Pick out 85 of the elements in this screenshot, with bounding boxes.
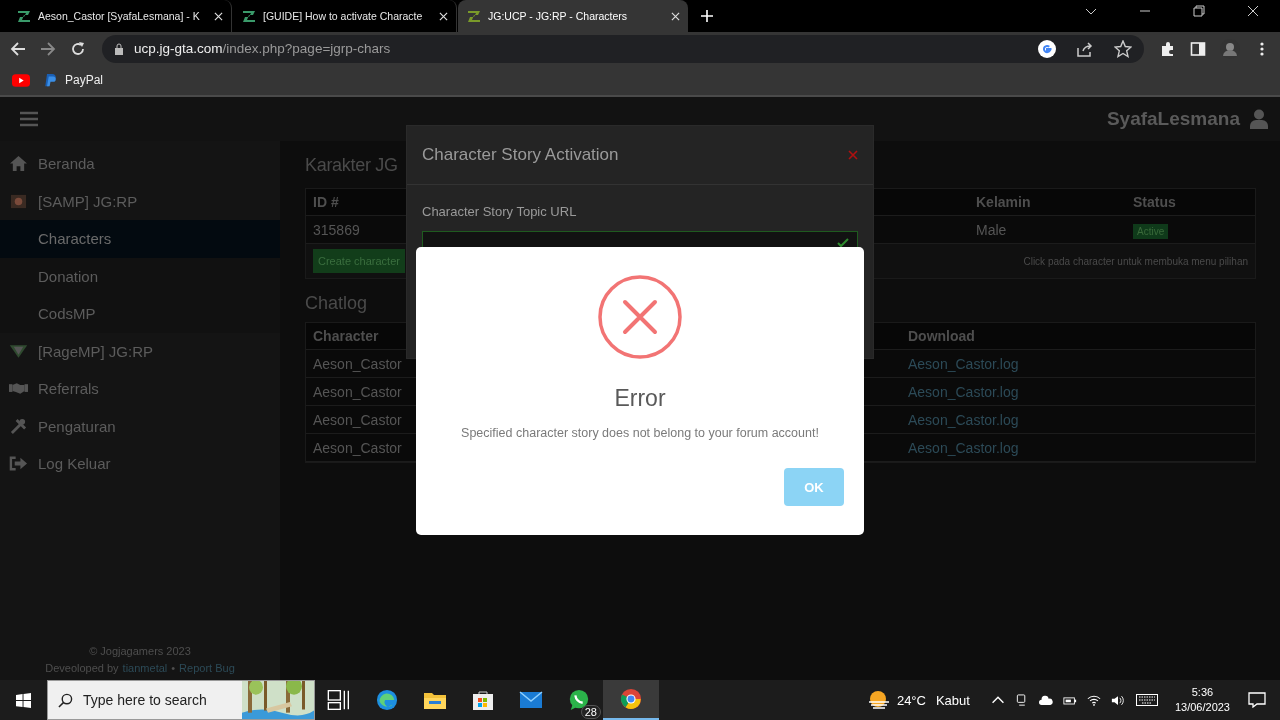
column-header: ID # <box>312 194 340 210</box>
sidebar-item[interactable]: Beranda <box>0 145 280 183</box>
forward-arrow-icon[interactable] <box>40 40 56 57</box>
restore-icon[interactable] <box>1193 5 1205 17</box>
page-title: Karakter JG <box>305 154 398 177</box>
store-bag-icon[interactable] <box>471 689 495 711</box>
search-icon <box>58 692 73 708</box>
chat-app-button[interactable]: 28 <box>555 680 603 720</box>
game-logo-icon <box>9 342 28 360</box>
browser-tab[interactable]: JG:UCP - JG:RP - Characters <box>458 0 688 32</box>
table-cell-text: 315869 <box>312 221 361 238</box>
column-header: Status <box>1132 194 1177 210</box>
weather-icon[interactable] <box>866 690 891 710</box>
new-tab-icon[interactable] <box>701 10 713 22</box>
share-icon[interactable] <box>1076 39 1094 58</box>
side-panel-icon[interactable] <box>1190 40 1206 57</box>
ok-button[interactable]: OK <box>784 468 844 506</box>
browser-taskbar-button[interactable] <box>603 680 659 720</box>
video-play-icon[interactable] <box>12 73 30 87</box>
table-cell-text: Male <box>975 221 1008 238</box>
wrench-screwdriver-icon <box>9 417 28 435</box>
dialog-title: Error <box>614 385 666 412</box>
sidebar-item[interactable]: [SAMP] JG:RP <box>0 182 280 220</box>
mail-icon[interactable] <box>519 689 543 711</box>
field-label: Character Story Topic URL <box>422 204 578 219</box>
tab-title: Aeson_Castor [SyafaLesmana] - K <box>38 10 201 22</box>
browser-logo-icon <box>619 688 643 710</box>
bookmark[interactable]: PayPal <box>44 73 104 87</box>
sidebar-item[interactable]: [RageMP] JG:RP <box>0 332 280 370</box>
checkmark-icon <box>837 238 849 248</box>
error-icon <box>598 275 682 359</box>
windows-start-icon[interactable] <box>16 692 31 708</box>
address-bar[interactable]: ucp.jg-gta.com/index.php?page=jgrp-chars <box>102 34 1144 63</box>
lock-icon <box>114 42 124 55</box>
download-link[interactable]: Aeson_Castor.log <box>908 355 1019 372</box>
keyboard-icon[interactable] <box>1135 694 1158 706</box>
column-header: Kelamin <box>975 194 1032 210</box>
cloud-icon[interactable] <box>1038 693 1053 707</box>
weather-text[interactable]: Kabut <box>935 692 970 708</box>
logout-icon <box>9 455 28 473</box>
edge-icon[interactable] <box>375 689 399 711</box>
table-cell-text: Aeson_Castor <box>312 383 403 400</box>
tab-title: [GUIDE] How to activate Characte <box>263 10 424 22</box>
sidebar-item[interactable]: Log Keluar <box>0 445 280 483</box>
menu-icon[interactable] <box>20 111 38 127</box>
column-header: Character <box>312 328 380 344</box>
puzzle-icon[interactable] <box>1160 40 1176 57</box>
paypal-logo-icon <box>44 73 57 87</box>
separator-dot: • <box>171 662 176 674</box>
download-link[interactable]: Aeson_Castor.log <box>908 439 1019 456</box>
download-link[interactable]: Aeson_Castor.log <box>908 411 1019 428</box>
table-cell-text: Aeson_Castor <box>312 355 403 372</box>
sidebar-item[interactable]: Pengaturan <box>0 407 280 445</box>
notification-badge: 28 <box>580 705 601 719</box>
download-link[interactable]: Aeson_Castor.log <box>908 383 1019 400</box>
site-logo-icon <box>466 8 482 24</box>
home-icon <box>9 155 28 173</box>
reload-icon[interactable] <box>70 40 86 57</box>
site-logo-icon <box>241 8 257 24</box>
tab-title: JG:UCP - JG:RP - Characters <box>488 10 629 22</box>
user-icon[interactable] <box>1250 109 1268 129</box>
modal-title: Character Story Activation <box>422 145 619 165</box>
column-header: Download <box>907 328 976 344</box>
star-icon[interactable] <box>1114 39 1132 58</box>
game-logo-icon <box>9 192 28 210</box>
back-arrow-icon[interactable] <box>10 40 26 57</box>
report-bug-link[interactable]: Report Bug <box>179 662 235 674</box>
site-logo-icon <box>16 8 32 24</box>
username[interactable]: SyafaLesmana <box>1106 108 1240 130</box>
sidebar-item[interactable]: Characters <box>0 220 280 258</box>
wifi-icon[interactable] <box>1086 693 1101 707</box>
author-link[interactable]: tianmetal <box>122 662 168 674</box>
section-title: Chatlog <box>305 293 369 314</box>
task-view-icon[interactable] <box>327 689 351 711</box>
sidebar-item[interactable]: Referrals <box>0 370 280 408</box>
error-message: Specified character story does not belong to your forum account! <box>461 426 819 440</box>
clock[interactable]: 5:36 13/06/2023 <box>1174 685 1230 715</box>
taskbar-search-field[interactable]: Type here to search <box>47 680 315 720</box>
notification-icon[interactable] <box>1248 692 1266 708</box>
copyright-text: © Jogjagamers 2023 <box>89 645 191 657</box>
table-cell-text: Aeson_Castor <box>312 439 403 456</box>
google-icon[interactable] <box>1038 39 1056 58</box>
temperature-text[interactable]: 24°C <box>896 692 926 708</box>
table-cell-text: Aeson_Castor <box>312 411 403 428</box>
speaker-icon[interactable] <box>1110 693 1125 707</box>
